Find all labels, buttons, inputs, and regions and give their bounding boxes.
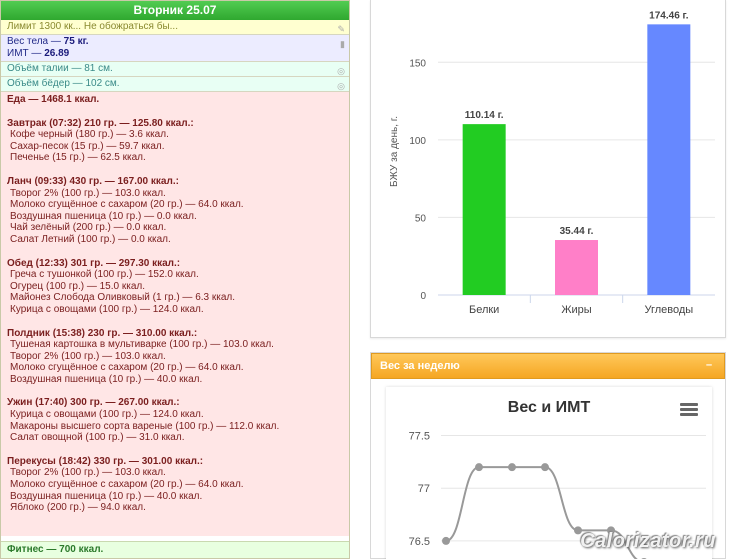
tape-icon[interactable]: ◎ — [337, 80, 345, 92]
weight-value: 75 кг. — [63, 36, 89, 47]
y-tick-label: 77.5 — [409, 431, 430, 443]
meal-item[interactable]: Воздушная пшеница (10 гр.) — 0.0 ккал. — [7, 211, 343, 223]
fitness-text: Фитнес — 700 ккал. — [7, 544, 104, 555]
meal-item[interactable]: Салат Летний (100 гр.) — 0.0 ккал. — [7, 234, 343, 246]
bmi-label: ИМТ — — [7, 48, 45, 59]
macros-bar-chart: 0 50 100 150 БЖУ за день, г. 110.14 г. Белки 35… — [389, 10, 715, 316]
meal-item[interactable]: Печенье (15 гр.) — 62.5 ккал. — [7, 152, 343, 164]
meal-block: Ланч (09:33) 430 гр. — 167.00 ккал.: Твор… — [7, 176, 343, 246]
meal-item[interactable]: Творог 2% (100 гр.) — 103.0 ккал. — [7, 351, 343, 363]
data-label: 110.14 г. — [465, 110, 504, 121]
hips-text: Объём бёдер — 102 см. — [7, 78, 120, 89]
fitness-row[interactable]: Фитнес — 700 ккал. — [1, 541, 349, 558]
day-title: Вторник 25.07 — [1, 1, 349, 20]
macros-chart-panel: 0 50 100 150 БЖУ за день, г. 110.14 г. Белки 35… — [370, 0, 726, 338]
meal-item[interactable]: Курица с овощами (100 гр.) — 124.0 ккал. — [7, 304, 343, 316]
food-total: Еда — 1468.1 ккал. — [7, 94, 100, 105]
meal-item[interactable]: Творог 2% (100 гр.) — 103.0 ккал. — [7, 467, 343, 479]
meal-title[interactable]: Ужин (17:40) 300 гр. — 267.00 ккал.: — [7, 397, 343, 409]
data-point — [541, 463, 549, 472]
watermark: Calorizator.ru — [580, 530, 716, 552]
bmi-value: 26.89 — [44, 48, 70, 59]
weight-label: Вес тела — — [7, 36, 64, 47]
meal-item[interactable]: Салат овощной (100 гр.) — 31.0 ккал. — [7, 432, 343, 444]
meal-item[interactable]: Тушеная картошка в мультиварке (100 гр.)… — [7, 339, 343, 351]
meal-block: Завтрак (07:32) 210 гр. — 125.80 ккал.: К… — [7, 118, 343, 164]
y-tick-label: 150 — [409, 58, 426, 69]
y-tick-label: 50 — [415, 213, 427, 224]
y-tick-label: 0 — [420, 291, 426, 302]
food-block: Еда — 1468.1 ккал. Завтрак (07:32) 210 г… — [1, 92, 349, 536]
data-point — [442, 536, 450, 545]
scale-icon[interactable]: ▮ — [340, 38, 345, 50]
tape-icon[interactable]: ◎ — [337, 65, 345, 77]
y-tick-label: 77 — [418, 483, 430, 495]
meal-block: Полдник (15:38) 230 гр. — 310.00 ккал.: Т… — [7, 328, 343, 386]
meal-item[interactable]: Творог 2% (100 гр.) — 103.0 ккал. — [7, 188, 343, 200]
data-label: 174.46 г. — [649, 10, 689, 21]
y-tick-label: 100 — [409, 136, 426, 147]
meal-title[interactable]: Полдник (15:38) 230 гр. — 310.00 ккал.: — [7, 328, 343, 340]
meal-block: Ужин (17:40) 300 гр. — 267.00 ккал.: Кури… — [7, 397, 343, 443]
meal-item[interactable]: Молоко сгущённое с сахаром (20 гр.) — 64… — [7, 479, 343, 491]
limit-row[interactable]: Лимит 1300 кк... Не обожраться бы... ✎ — [1, 20, 349, 35]
meal-block: Обед (12:33) 301 гр. — 297.30 ккал.: Греч… — [7, 258, 343, 316]
meal-title[interactable]: Перекусы (18:42) 330 гр. — 301.00 ккал.: — [7, 456, 343, 468]
bar — [555, 240, 598, 295]
hips-row[interactable]: Объём бёдер — 102 см. ◎ — [1, 77, 349, 92]
meal-item[interactable]: Воздушная пшеница (10 гр.) — 40.0 ккал. — [7, 374, 343, 386]
waist-text: Объём талии — 81 см. — [7, 63, 113, 74]
chart-title: Вес и ИМТ — [507, 399, 591, 416]
meal-item[interactable]: Курица с овощами (100 гр.) — 124.0 ккал. — [7, 409, 343, 421]
bar — [462, 124, 506, 296]
collapse-button[interactable]: – — [700, 359, 718, 373]
category-label: Жиры — [561, 304, 591, 316]
weight-row[interactable]: Вес тела — 75 кг. ИМТ — 26.89 ▮ — [1, 35, 349, 62]
meal-title[interactable]: Завтрак (07:32) 210 гр. — 125.80 ккал.: — [7, 118, 343, 130]
meal-item[interactable]: Молоко сгущённое с сахаром (20 гр.) — 64… — [7, 362, 343, 374]
category-label: Белки — [469, 304, 499, 316]
edit-icon[interactable]: ✎ — [337, 23, 345, 35]
meal-block: Перекусы (18:42) 330 гр. — 301.00 ккал.:… — [7, 456, 343, 514]
meal-title[interactable]: Обед (12:33) 301 гр. — 297.30 ккал.: — [7, 258, 343, 270]
diary-panel: Вторник 25.07 Лимит 1300 кк... Не обожра… — [0, 0, 350, 559]
bar — [647, 24, 691, 295]
meal-item[interactable]: Яблоко (200 гр.) — 94.0 ккал. — [7, 502, 343, 514]
meal-item[interactable]: Кофе черный (180 гр.) — 3.6 ккал. — [7, 129, 343, 141]
waist-row[interactable]: Объём талии — 81 см. ◎ — [1, 62, 349, 77]
data-label: 35.44 г. — [560, 226, 594, 237]
weekly-weight-header[interactable]: Вес за неделю – — [371, 353, 725, 379]
y-axis-label: БЖУ за день, г. — [389, 116, 400, 187]
meal-item[interactable]: Чай зелёный (200 гр.) — 0.0 ккал. — [7, 222, 343, 234]
meal-item[interactable]: Молоко сгущённое с сахаром (20 гр.) — 64… — [7, 199, 343, 211]
meal-list: Завтрак (07:32) 210 гр. — 125.80 ккал.: К… — [7, 118, 343, 514]
category-label: Углеводы — [644, 304, 693, 316]
weekly-weight-title: Вес за неделю — [380, 360, 460, 372]
data-point — [508, 463, 516, 472]
meal-item[interactable]: Майонез Слобода Оливковый (1 гр.) — 6.3 … — [7, 292, 343, 304]
y-tick-label: 76.5 — [409, 536, 430, 548]
meal-item[interactable]: Макароны высшего сорта вареные (100 гр.)… — [7, 421, 343, 433]
weekly-weight-panel: Вес за неделю – Вес и ИМТ 76.5 77 77.5 — [370, 352, 726, 559]
data-point — [475, 463, 483, 472]
meal-item[interactable]: Греча с тушонкой (100 гр.) — 152.0 ккал. — [7, 269, 343, 281]
meal-title[interactable]: Ланч (09:33) 430 гр. — 167.00 ккал.: — [7, 176, 343, 188]
meal-item[interactable]: Сахар-песок (15 гр.) — 59.7 ккал. — [7, 141, 343, 153]
limit-text: Лимит 1300 кк... Не обожраться бы... — [7, 21, 178, 32]
hamburger-menu-icon[interactable] — [680, 403, 698, 417]
meal-item[interactable]: Огурец (100 гр.) — 15.0 ккал. — [7, 281, 343, 293]
meal-item[interactable]: Воздушная пшеница (10 гр.) — 40.0 ккал. — [7, 491, 343, 503]
